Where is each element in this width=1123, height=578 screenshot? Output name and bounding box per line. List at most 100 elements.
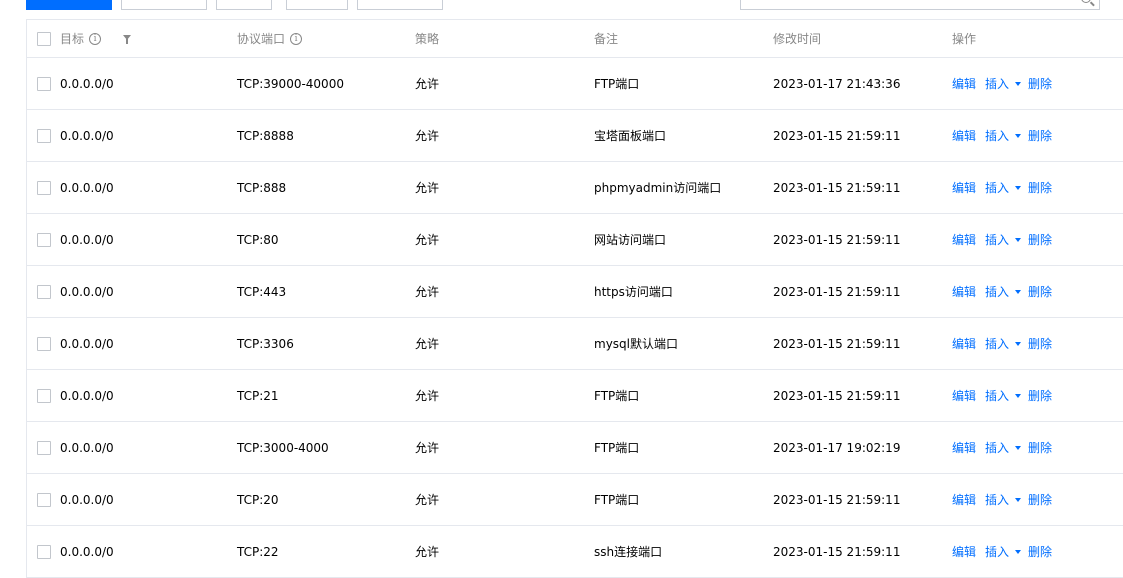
caret-down-icon[interactable] [1015, 289, 1022, 294]
edit-button[interactable]: 编辑 [952, 335, 976, 352]
row-checkbox[interactable] [37, 388, 51, 403]
header-modified-time: 修改时间 [773, 32, 822, 46]
delete-button[interactable]: 删除 [1028, 127, 1052, 144]
row-checkbox[interactable] [37, 440, 51, 455]
cell-operations: 编辑 插入 删除 [952, 370, 1052, 421]
caret-down-icon[interactable] [1015, 133, 1022, 138]
cell-target: 0.0.0.0/0 [60, 388, 114, 403]
info-icon[interactable]: i [89, 32, 102, 45]
rules-table: 目标 i 协议端口 i 策略 备注 修改时间 操作 0.0.0.0/0 TCP:3… [26, 19, 1123, 578]
table-row: 0.0.0.0/0 TCP:20 允许 FTP端口 2023-01-15 21:59:1… [27, 474, 1123, 526]
delete-button[interactable]: 删除 [1028, 335, 1052, 352]
insert-button[interactable]: 插入 [985, 491, 1009, 508]
cell-policy: 允许 [415, 181, 440, 195]
cell-target: 0.0.0.0/0 [60, 492, 114, 507]
cell-modified-time: 2023-01-15 21:59:11 [773, 388, 901, 403]
delete-button[interactable]: 删除 [1028, 491, 1052, 508]
header-target: 目标 i [60, 20, 102, 57]
cell-protocol-port: TCP:3000-4000 [237, 440, 329, 455]
row-checkbox[interactable] [37, 180, 51, 195]
search-input[interactable] [740, 0, 1100, 10]
toolbar-button-3[interactable] [216, 0, 272, 10]
cell-operations: 编辑 插入 删除 [952, 318, 1052, 369]
cell-modified-time: 2023-01-15 21:59:11 [773, 336, 901, 351]
search-icon[interactable] [1081, 0, 1091, 3]
toolbar-button-4[interactable] [286, 0, 348, 10]
row-checkbox[interactable] [37, 128, 51, 143]
header-remark: 备注 [594, 32, 619, 46]
cell-target: 0.0.0.0/0 [60, 232, 114, 247]
cell-target: 0.0.0.0/0 [60, 128, 114, 143]
edit-button[interactable]: 编辑 [952, 231, 976, 248]
insert-button[interactable]: 插入 [985, 127, 1009, 144]
add-rule-button[interactable] [26, 0, 112, 10]
row-checkbox[interactable] [37, 492, 51, 507]
info-icon[interactable]: i [290, 32, 303, 45]
header-policy: 策略 [415, 32, 440, 46]
caret-down-icon[interactable] [1015, 497, 1022, 502]
row-checkbox[interactable] [37, 232, 51, 247]
cell-policy: 允许 [415, 441, 440, 455]
insert-button[interactable]: 插入 [985, 283, 1009, 300]
row-checkbox[interactable] [37, 544, 51, 559]
toolbar-button-2[interactable] [121, 0, 207, 10]
insert-button[interactable]: 插入 [985, 231, 1009, 248]
cell-remark: FTP端口 [594, 493, 640, 507]
cell-remark: FTP端口 [594, 77, 640, 91]
delete-button[interactable]: 删除 [1028, 387, 1052, 404]
row-checkbox[interactable] [37, 336, 51, 351]
edit-button[interactable]: 编辑 [952, 439, 976, 456]
cell-remark: phpmyadmin访问端口 [594, 181, 722, 195]
edit-button[interactable]: 编辑 [952, 543, 976, 560]
insert-button[interactable]: 插入 [985, 439, 1009, 456]
edit-button[interactable]: 编辑 [952, 127, 976, 144]
caret-down-icon[interactable] [1015, 237, 1022, 242]
cell-target: 0.0.0.0/0 [60, 544, 114, 559]
delete-button[interactable]: 删除 [1028, 179, 1052, 196]
edit-button[interactable]: 编辑 [952, 75, 976, 92]
caret-down-icon[interactable] [1015, 341, 1022, 346]
delete-button[interactable]: 删除 [1028, 75, 1052, 92]
cell-protocol-port: TCP:20 [237, 492, 279, 507]
cell-modified-time: 2023-01-15 21:59:11 [773, 232, 901, 247]
cell-remark: 网站访问端口 [594, 233, 667, 247]
cell-protocol-port: TCP:21 [237, 388, 279, 403]
row-checkbox[interactable] [37, 76, 51, 91]
table-row: 0.0.0.0/0 TCP:39000-40000 允许 FTP端口 2023-01-1… [27, 58, 1123, 110]
cell-target: 0.0.0.0/0 [60, 336, 114, 351]
toolbar-button-5[interactable] [357, 0, 443, 10]
settings-icon[interactable] [1106, 0, 1116, 6]
cell-policy: 允许 [415, 337, 440, 351]
caret-down-icon[interactable] [1015, 393, 1022, 398]
insert-button[interactable]: 插入 [985, 335, 1009, 352]
delete-button[interactable]: 删除 [1028, 439, 1052, 456]
cell-protocol-port: TCP:443 [237, 284, 287, 299]
cell-remark: ssh连接端口 [594, 545, 663, 559]
insert-button[interactable]: 插入 [985, 387, 1009, 404]
caret-down-icon[interactable] [1015, 185, 1022, 190]
caret-down-icon[interactable] [1015, 549, 1022, 554]
table-row: 0.0.0.0/0 TCP:3000-4000 允许 FTP端口 2023-01-17 … [27, 422, 1123, 474]
table-row: 0.0.0.0/0 TCP:888 允许 phpmyadmin访问端口 2023-01-… [27, 162, 1123, 214]
caret-down-icon[interactable] [1015, 81, 1022, 86]
edit-button[interactable]: 编辑 [952, 491, 976, 508]
insert-button[interactable]: 插入 [985, 543, 1009, 560]
edit-button[interactable]: 编辑 [952, 283, 976, 300]
delete-button[interactable]: 删除 [1028, 283, 1052, 300]
row-checkbox[interactable] [37, 284, 51, 299]
insert-button[interactable]: 插入 [985, 179, 1009, 196]
cell-target: 0.0.0.0/0 [60, 284, 114, 299]
delete-button[interactable]: 删除 [1028, 543, 1052, 560]
filter-icon[interactable] [123, 34, 131, 44]
cell-operations: 编辑 插入 删除 [952, 526, 1052, 577]
edit-button[interactable]: 编辑 [952, 387, 976, 404]
select-all-checkbox[interactable] [37, 31, 51, 46]
cell-operations: 编辑 插入 删除 [952, 58, 1052, 109]
cell-remark: mysql默认端口 [594, 337, 678, 351]
cell-protocol-port: TCP:80 [237, 232, 279, 247]
edit-button[interactable]: 编辑 [952, 179, 976, 196]
caret-down-icon[interactable] [1015, 445, 1022, 450]
delete-button[interactable]: 删除 [1028, 231, 1052, 248]
insert-button[interactable]: 插入 [985, 75, 1009, 92]
cell-operations: 编辑 插入 删除 [952, 422, 1052, 473]
